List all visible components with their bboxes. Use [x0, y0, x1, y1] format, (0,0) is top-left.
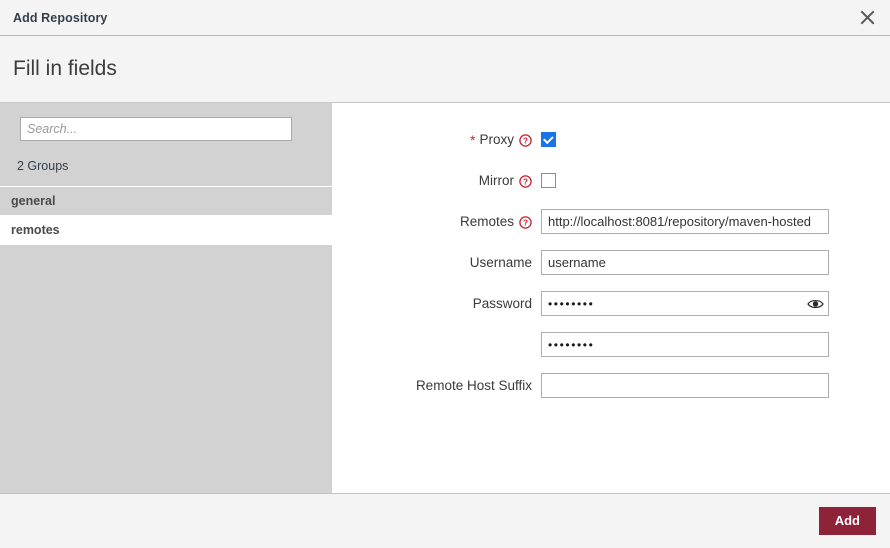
- add-button[interactable]: Add: [819, 507, 876, 536]
- form-panel: * Proxy ? Mirror: [332, 103, 890, 493]
- form-label-text: Remote Host Suffix: [416, 378, 532, 393]
- form-label-text: Username: [470, 255, 532, 270]
- close-button[interactable]: [844, 0, 890, 35]
- proxy-checkbox[interactable]: [541, 132, 556, 147]
- sidebar-empty-area: [0, 244, 332, 493]
- form-label-text: Remotes: [460, 214, 514, 229]
- username-input[interactable]: [541, 250, 829, 275]
- required-indicator: *: [470, 133, 475, 147]
- sidebar-item-general[interactable]: general: [0, 186, 332, 215]
- form-control-mirror: [541, 173, 890, 188]
- svg-text:?: ?: [523, 219, 528, 228]
- form-control-remotes: [541, 209, 890, 234]
- remotes-input[interactable]: [541, 209, 829, 234]
- add-repository-dialog: Add Repository Fill in fields 2 Groups g…: [0, 0, 890, 548]
- form-control-remote-host-suffix: [541, 373, 890, 398]
- help-icon[interactable]: ?: [519, 175, 532, 188]
- groups-count-label: 2 Groups: [0, 141, 332, 186]
- form-label-remotes: Remotes ?: [332, 214, 541, 229]
- form-label-password: Password: [332, 296, 541, 311]
- form-control-proxy: [541, 132, 890, 147]
- search-input[interactable]: [20, 117, 292, 141]
- form-row-password-confirm: [332, 324, 890, 365]
- svg-text:?: ?: [523, 178, 528, 187]
- search-container: [0, 103, 332, 141]
- form-control-password-confirm: [541, 332, 890, 357]
- group-item-label: remotes: [11, 223, 60, 237]
- form-label-mirror: Mirror ?: [332, 173, 541, 188]
- dialog-footer: Add: [0, 494, 890, 548]
- form-row-mirror: Mirror ?: [332, 160, 890, 201]
- help-icon[interactable]: ?: [519, 134, 532, 147]
- dialog-subheader: Fill in fields: [0, 36, 890, 103]
- remote-host-suffix-input[interactable]: [541, 373, 829, 398]
- groups-sidebar: 2 Groups general remotes: [0, 103, 332, 493]
- form-label-text: Mirror: [479, 173, 514, 188]
- dialog-body: 2 Groups general remotes * Proxy: [0, 103, 890, 494]
- form-control-username: [541, 250, 890, 275]
- sidebar-item-remotes[interactable]: remotes: [0, 215, 332, 244]
- svg-text:?: ?: [523, 137, 528, 146]
- dialog-titlebar: Add Repository: [0, 0, 890, 36]
- form-label-text: Proxy: [479, 132, 514, 147]
- form-label-text: Password: [473, 296, 532, 311]
- form-row-username: Username: [332, 242, 890, 283]
- page-title: Fill in fields: [13, 57, 117, 81]
- toggle-password-visibility-button[interactable]: [806, 297, 824, 311]
- form-row-remotes: Remotes ?: [332, 201, 890, 242]
- form-control-password: [541, 291, 890, 316]
- form-label-proxy: * Proxy ?: [332, 132, 541, 147]
- help-icon[interactable]: ?: [519, 216, 532, 229]
- password-field-wrapper: [541, 291, 829, 316]
- mirror-checkbox[interactable]: [541, 173, 556, 188]
- password-input[interactable]: [541, 291, 829, 316]
- group-list: general remotes: [0, 186, 332, 244]
- eye-icon: [807, 298, 824, 310]
- form-row-password: Password: [332, 283, 890, 324]
- form-label-remote-host-suffix: Remote Host Suffix: [332, 378, 541, 393]
- form-row-remote-host-suffix: Remote Host Suffix: [332, 365, 890, 406]
- form-row-proxy: * Proxy ?: [332, 119, 890, 160]
- password-confirm-input[interactable]: [541, 332, 829, 357]
- close-icon: [860, 10, 875, 25]
- dialog-title: Add Repository: [13, 11, 107, 25]
- form-label-username: Username: [332, 255, 541, 270]
- group-item-label: general: [11, 194, 55, 208]
